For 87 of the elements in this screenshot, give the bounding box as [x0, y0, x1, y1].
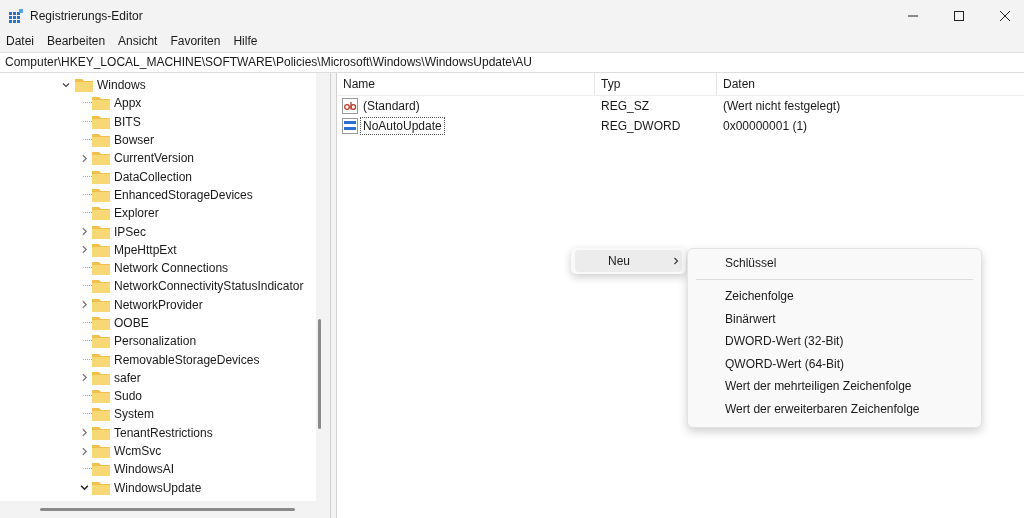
- folder-icon: [92, 316, 110, 330]
- folder-icon: [92, 242, 110, 257]
- close-icon[interactable]: [1000, 10, 1010, 21]
- chevron-right-icon[interactable]: [80, 227, 89, 236]
- tree-item[interactable]: EnhancedStorageDevices: [114, 187, 253, 202]
- tree-item[interactable]: WindowsAI: [114, 462, 175, 477]
- folder-icon: [92, 480, 110, 495]
- tree-item[interactable]: NetworkProvider: [114, 297, 203, 312]
- string-value-icon: [342, 98, 358, 114]
- tree-item[interactable]: Appx: [114, 96, 142, 111]
- folder-icon: [92, 352, 110, 367]
- tree-item[interactable]: System: [114, 407, 154, 422]
- folder-icon: [92, 133, 110, 148]
- tree-item[interactable]: WindowsUpdate: [114, 480, 202, 495]
- chevron-right-icon: [672, 257, 680, 265]
- menu-item[interactable]: Binärwert: [688, 307, 981, 331]
- tree-item[interactable]: MpeHttpExt: [114, 242, 177, 257]
- chevron-right-icon[interactable]: [80, 245, 89, 255]
- tree-item[interactable]: DataCollection: [114, 169, 193, 184]
- scrollbar-thumb[interactable]: [318, 319, 321, 429]
- folder-icon: [92, 334, 110, 349]
- menu-item[interactable]: Schlüssel: [688, 252, 981, 285]
- tree-item[interactable]: OOBE: [114, 316, 149, 330]
- chevron-right-icon[interactable]: [80, 373, 89, 383]
- menu-item[interactable]: Datei: [6, 34, 34, 48]
- address-bar[interactable]: Computer\HKEY_LOCAL_MACHINE\SOFTWARE\Policies\Microsoft\Windows\WindowsUpdate\AU: [0, 52, 1024, 73]
- menu-item[interactable]: Wert der erweiterbaren Zeichenfolge: [688, 397, 981, 421]
- tree-item[interactable]: NetworkConnectivityStatusIndicator: [114, 279, 304, 294]
- tree-item[interactable]: Explorer: [114, 206, 159, 221]
- maximize-icon[interactable]: [954, 10, 964, 21]
- folder-icon: [92, 96, 110, 111]
- folder-icon: [92, 224, 110, 239]
- column-header[interactable]: Typ: [595, 73, 717, 95]
- tree-item[interactable]: CurrentVersion: [114, 151, 195, 166]
- menu-item[interactable]: Neu: [575, 250, 682, 272]
- chevron-right-icon[interactable]: [80, 446, 89, 456]
- menu-item[interactable]: Zeichenfolge: [688, 285, 981, 308]
- folder-icon: [92, 261, 110, 276]
- tree-item[interactable]: BITS: [114, 114, 141, 129]
- folder-icon: [92, 407, 110, 422]
- scrollbar-thumb[interactable]: [40, 508, 295, 511]
- folder-icon: [92, 169, 110, 184]
- table-cell-text: REG_SZ: [600, 99, 650, 113]
- chevron-right-icon[interactable]: [80, 428, 89, 438]
- folder-icon: [92, 297, 110, 312]
- table-cell-text: (Wert nicht festgelegt): [722, 99, 842, 113]
- chevron-right-icon[interactable]: [80, 153, 89, 163]
- folder-icon: [92, 187, 110, 202]
- tree-item[interactable]: safer: [114, 370, 141, 385]
- folder-icon: [92, 389, 110, 404]
- window-title: Registrierungs-Editor: [30, 8, 143, 23]
- value-name[interactable]: (Standard): [360, 97, 423, 115]
- tree-item[interactable]: Personalization: [114, 334, 197, 349]
- folder-icon: [92, 151, 110, 166]
- tree-item[interactable]: Network Connections: [114, 261, 229, 276]
- folder-icon: [92, 114, 110, 129]
- tree-item[interactable]: IPSec: [114, 224, 146, 239]
- column-header[interactable]: Name: [337, 73, 595, 95]
- tree-item[interactable]: TenantRestrictions: [114, 425, 213, 440]
- tree-item[interactable]: Sudo: [114, 389, 143, 404]
- chevron-down-icon[interactable]: [62, 81, 70, 90]
- binary-value-icon: [342, 118, 358, 134]
- menu-item[interactable]: Hilfe: [233, 34, 258, 48]
- folder-icon: [92, 425, 110, 440]
- folder-icon: [92, 444, 110, 459]
- chevron-down-icon[interactable]: [80, 483, 89, 493]
- folder-icon: [75, 78, 93, 93]
- menu-item[interactable]: QWORD-Wert (64-Bit): [688, 352, 981, 376]
- menu-item[interactable]: DWORD-Wert (32-Bit): [688, 330, 981, 353]
- table-cell-text: 0x00000001 (1): [722, 119, 809, 133]
- menu-item[interactable]: Bearbeiten: [47, 34, 106, 48]
- table-cell-text: REG_DWORD: [600, 119, 682, 133]
- folder-icon: [92, 370, 110, 385]
- menu-item[interactable]: Wert der mehrteiligen Zeichenfolge: [688, 375, 981, 398]
- chevron-right-icon[interactable]: [80, 300, 89, 310]
- column-header[interactable]: Daten: [717, 73, 917, 95]
- menu-item[interactable]: Ansicht: [118, 34, 158, 48]
- folder-icon: [92, 279, 110, 294]
- tree-item[interactable]: WcmSvc: [114, 444, 162, 459]
- tree-item[interactable]: Windows: [97, 78, 146, 93]
- value-name[interactable]: NoAutoUpdate: [360, 117, 445, 135]
- registry-app-icon: [8, 7, 24, 24]
- folder-icon: [92, 206, 110, 221]
- tree-item[interactable]: Bowser: [114, 133, 154, 148]
- tree-item[interactable]: RemovableStorageDevices: [114, 352, 260, 367]
- menu-item[interactable]: Favoriten: [170, 34, 221, 48]
- folder-icon: [92, 462, 110, 477]
